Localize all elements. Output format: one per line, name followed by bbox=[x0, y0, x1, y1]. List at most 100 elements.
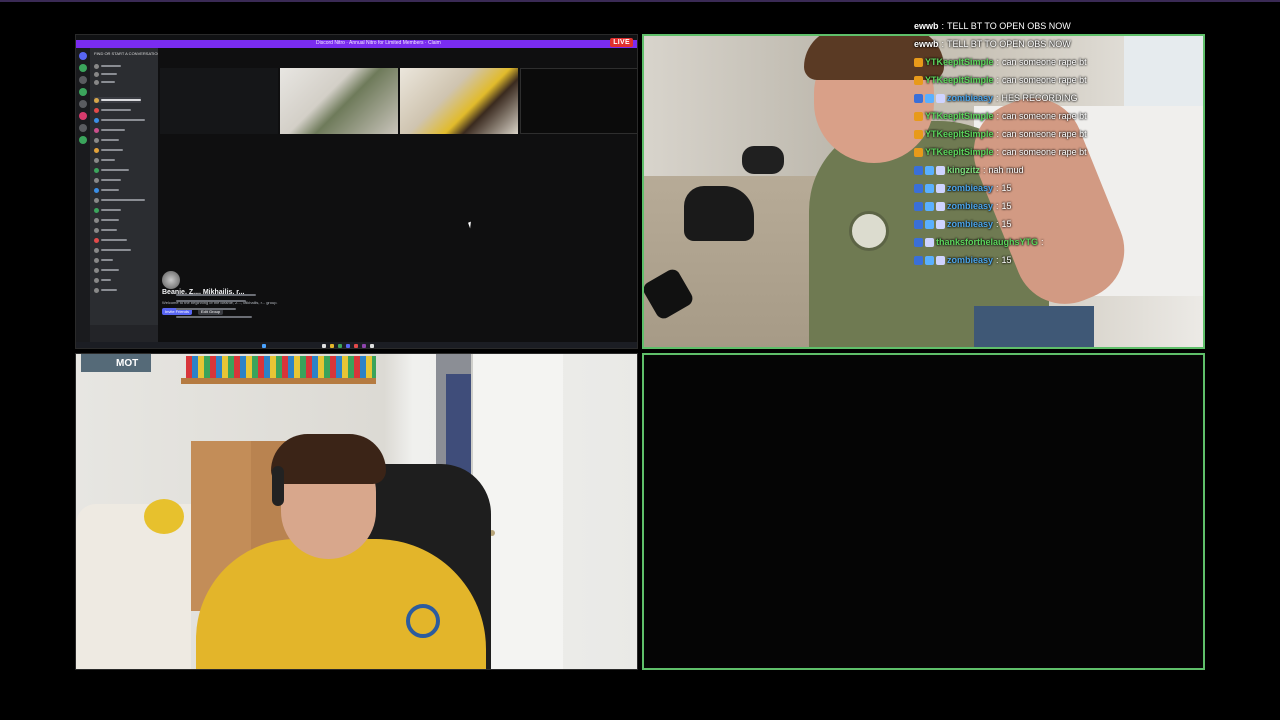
dm-list-item-active[interactable] bbox=[94, 97, 141, 103]
chat-message: ewwb: TELL BT TO OPEN OBS NOW bbox=[914, 36, 1071, 52]
chat-badge-icon bbox=[936, 93, 945, 103]
dm-list-item[interactable] bbox=[94, 287, 117, 293]
chat-separator: : bbox=[996, 255, 999, 265]
chat-separator: : bbox=[996, 129, 1000, 139]
call-participant-grid bbox=[160, 68, 637, 136]
chat-badge-icon bbox=[936, 201, 945, 211]
dm-list-item[interactable] bbox=[94, 127, 125, 133]
chat-message: kingzitz: nah mud bbox=[914, 162, 1024, 178]
server-icon[interactable] bbox=[79, 88, 87, 96]
server-icon[interactable] bbox=[79, 112, 87, 120]
server-icon[interactable] bbox=[79, 100, 87, 108]
wall-poster-text: MOT bbox=[116, 358, 139, 369]
shelf bbox=[181, 378, 376, 384]
dm-list-item[interactable] bbox=[94, 137, 119, 143]
dm-list-item[interactable] bbox=[94, 177, 121, 183]
dm-list-item[interactable] bbox=[94, 277, 111, 283]
taskbar-app-icon[interactable] bbox=[338, 344, 342, 348]
chat-username: thanksforthelaughsYTG bbox=[936, 237, 1039, 247]
dm-list-item[interactable] bbox=[94, 207, 121, 213]
system-message bbox=[176, 300, 246, 302]
chat-text: TELL BT TO OPEN OBS NOW bbox=[947, 21, 1071, 31]
start-icon[interactable] bbox=[262, 344, 266, 348]
participant-stream-screen[interactable] bbox=[160, 68, 278, 134]
server-icon[interactable] bbox=[79, 124, 87, 132]
chat-text: nah mud bbox=[988, 165, 1024, 175]
chat-separator: : bbox=[996, 147, 1000, 157]
chat-text: 15 bbox=[1001, 219, 1012, 229]
taskbar-app-icon[interactable] bbox=[330, 344, 334, 348]
chat-badge-icon bbox=[925, 93, 934, 103]
screen-share-tile[interactable]: Discord Nitro · Annual Nitro for Limited… bbox=[75, 34, 638, 349]
voice-user-panel[interactable] bbox=[90, 325, 158, 343]
taskbar-app-icon[interactable] bbox=[322, 344, 326, 348]
dm-list-item[interactable] bbox=[94, 227, 117, 233]
backpack bbox=[684, 186, 754, 241]
chat-badge-icon bbox=[936, 165, 945, 175]
dm-list-item[interactable] bbox=[94, 147, 123, 153]
person-jeans bbox=[974, 306, 1094, 347]
dm-list-item[interactable] bbox=[94, 167, 129, 173]
chat-username: ewwb bbox=[914, 39, 939, 49]
server-icon[interactable] bbox=[79, 64, 87, 72]
chat-separator: : bbox=[941, 39, 945, 49]
participant-stream-camera[interactable] bbox=[400, 68, 518, 134]
participant-stream-empty[interactable] bbox=[520, 68, 637, 134]
chat-message: zombieasy: HES RECORDING bbox=[914, 90, 1078, 106]
system-message bbox=[176, 316, 252, 318]
dm-list-item[interactable] bbox=[94, 157, 115, 163]
yellow-pillow bbox=[144, 499, 184, 534]
chat-message: zombieasy:15 bbox=[914, 216, 1012, 232]
chat-badge-icon bbox=[925, 219, 934, 229]
chat-separator: : bbox=[996, 219, 999, 229]
chat-separator: : bbox=[996, 111, 1000, 121]
chat-text: can someone rape bt bbox=[1002, 129, 1087, 139]
taskbar-app-icon[interactable] bbox=[346, 344, 350, 348]
taskbar-app-icon[interactable] bbox=[354, 344, 358, 348]
shelf-bottles bbox=[186, 356, 376, 378]
sidebar-item-shop[interactable] bbox=[94, 79, 115, 85]
chat-text: 15 bbox=[1001, 183, 1012, 193]
taskbar-app-icon[interactable] bbox=[362, 344, 366, 348]
chat-separator: : bbox=[983, 165, 986, 175]
chat-text: can someone rape bt bbox=[1002, 75, 1087, 85]
taskbar-app-icon[interactable] bbox=[370, 344, 374, 348]
chat-text: can someone rape bt bbox=[1002, 111, 1087, 121]
chat-badge-icon bbox=[925, 237, 934, 247]
chat-username: zombieasy bbox=[947, 201, 994, 211]
dm-list-item[interactable] bbox=[94, 267, 119, 273]
chat-separator: : bbox=[941, 21, 945, 31]
dm-list-item[interactable] bbox=[94, 117, 145, 123]
dm-list-item[interactable] bbox=[94, 107, 131, 113]
person-hair bbox=[271, 434, 386, 484]
webcam-tile-2[interactable]: MOT bbox=[75, 353, 638, 670]
chat-separator: : bbox=[996, 201, 999, 211]
chat-username: YTKeepItSimple bbox=[925, 129, 994, 139]
sidebar-item-friends[interactable] bbox=[94, 63, 121, 69]
headset bbox=[272, 466, 284, 506]
chat-badge-icon bbox=[914, 129, 923, 139]
server-icon[interactable] bbox=[79, 76, 87, 84]
chat-separator: : bbox=[996, 75, 1000, 85]
chat-username: YTKeepItSimple bbox=[925, 111, 994, 121]
dm-list-item[interactable] bbox=[94, 247, 131, 253]
chat-badge-icon bbox=[914, 93, 923, 103]
group-avatar bbox=[162, 271, 180, 289]
chat-text: 15 bbox=[1001, 255, 1012, 265]
dm-home-icon[interactable] bbox=[79, 52, 87, 60]
participant-stream-camera[interactable] bbox=[280, 68, 398, 134]
webcam-tile-empty[interactable] bbox=[642, 353, 1205, 670]
chat-text: TELL BT TO OPEN OBS NOW bbox=[947, 39, 1071, 49]
sidebar-item-nitro[interactable] bbox=[94, 71, 117, 77]
chat-message: YTKeepItSimple: can someone rape bt bbox=[914, 54, 1087, 70]
dm-list-item[interactable] bbox=[94, 237, 127, 243]
dm-list-item[interactable] bbox=[94, 197, 145, 203]
chat-badge-icon bbox=[936, 183, 945, 193]
dm-list-item[interactable] bbox=[94, 217, 119, 223]
dm-list-item[interactable] bbox=[94, 187, 119, 193]
dm-list-item[interactable] bbox=[94, 257, 113, 263]
add-server-icon[interactable] bbox=[79, 136, 87, 144]
chat-username: YTKeepItSimple bbox=[925, 75, 994, 85]
find-conversation-search[interactable]: FIND OR START A CONVERSATION bbox=[94, 51, 160, 56]
chat-message: YTKeepItSimple: can someone rape bt bbox=[914, 144, 1087, 160]
